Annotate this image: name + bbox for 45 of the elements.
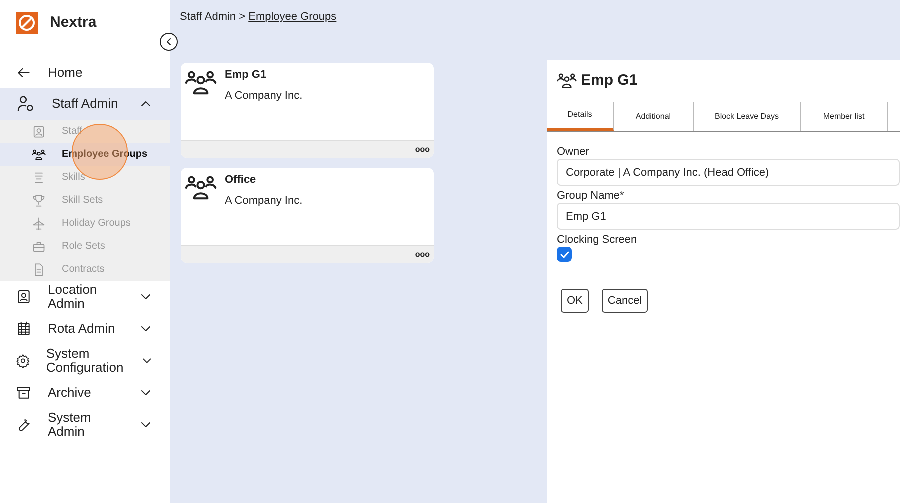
nav-group[interactable]: System Configuration: [0, 345, 170, 377]
dialog-button[interactable]: Cancel: [602, 289, 648, 313]
more-button[interactable]: ooo: [415, 250, 430, 258]
field-label: Group Name*: [557, 189, 626, 203]
archive-icon: [16, 385, 32, 401]
more-button[interactable]: ooo: [415, 146, 430, 154]
nav-item[interactable]: Home: [0, 58, 170, 88]
document-icon: [32, 262, 46, 276]
card-title: Office: [225, 173, 258, 188]
text-field[interactable]: Corporate | A Company Inc. (Head Office): [557, 159, 900, 186]
nav-group[interactable]: Archive: [0, 377, 170, 409]
card-subtitle: A Company Inc.: [225, 194, 303, 208]
people-icon: [32, 148, 46, 162]
calendar-icon: [16, 321, 32, 337]
tab[interactable]: Member list: [801, 102, 888, 131]
tab[interactable]: Details: [547, 102, 614, 131]
nav-group[interactable]: Staff Admin: [0, 88, 170, 120]
nav-group[interactable]: Location Admin: [0, 281, 170, 313]
nav-group[interactable]: Rota Admin: [0, 313, 170, 345]
field-label: Clocking Screen: [557, 233, 638, 247]
group-card[interactable]: Office A Company Inc. ooo: [181, 168, 434, 263]
people-icon: [557, 71, 577, 91]
app-name: Nextra: [50, 12, 97, 33]
id-card-icon: [32, 124, 46, 138]
card-subtitle: A Company Inc.: [225, 88, 303, 104]
tab[interactable]: Block Leave Days: [694, 102, 801, 131]
logo-icon: [16, 12, 38, 34]
nav-group[interactable]: System Admin: [0, 409, 170, 441]
panel-title: Emp G1: [581, 70, 638, 91]
collapse-button[interactable]: [160, 33, 178, 51]
checkbox[interactable]: [557, 247, 572, 262]
user-gear-icon: [16, 94, 36, 114]
field-label: Owner: [557, 145, 590, 159]
breadcrumb: Staff Admin > Employee Groups: [179, 10, 338, 25]
text-field[interactable]: Emp G1: [557, 203, 900, 230]
dialog-button[interactable]: OK: [561, 289, 589, 313]
briefcase-icon: [32, 240, 46, 254]
layers-icon: [32, 170, 46, 184]
id-card-icon: [16, 289, 32, 305]
tab[interactable]: Additional: [614, 102, 694, 131]
breadcrumb-link[interactable]: Employee Groups: [248, 11, 337, 23]
settings-icon: [16, 353, 30, 369]
trophy-icon: [32, 194, 46, 208]
card-title: Emp G1: [225, 68, 268, 83]
group-card[interactable]: Emp G1 A Company Inc. ooo: [181, 63, 434, 158]
